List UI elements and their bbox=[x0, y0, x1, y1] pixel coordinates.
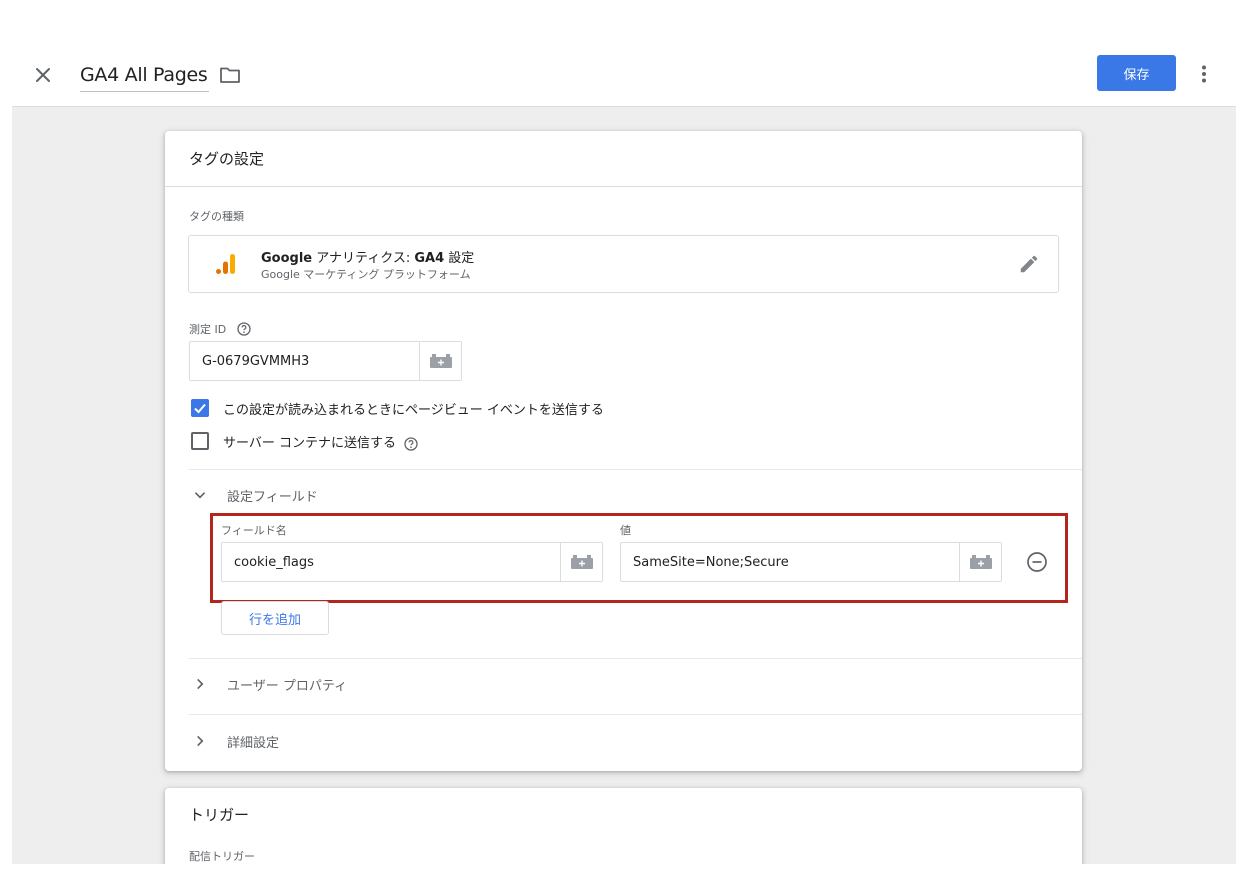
variable-brick-icon bbox=[430, 354, 452, 368]
field-value-input-group bbox=[620, 542, 1002, 582]
advanced-settings-toggle[interactable]: 詳細設定 bbox=[189, 730, 279, 752]
value-header: 値 bbox=[620, 522, 631, 538]
send-pageview-checkbox-row[interactable]: この設定が読み込まれるときにページビュー イベントを送信する bbox=[191, 397, 604, 419]
tag-type-selector[interactable]: Google アナリティクス: GA4 設定 Google マーケティング プラ… bbox=[188, 235, 1059, 293]
help-icon[interactable] bbox=[404, 436, 418, 450]
chevron-down-icon bbox=[189, 484, 211, 506]
chevron-right-icon bbox=[189, 730, 211, 752]
measurement-id-label: 測定 ID bbox=[189, 321, 226, 337]
send-pageview-label: この設定が読み込まれるときにページビュー イベントを送信する bbox=[223, 399, 604, 418]
tag-configuration-title: タグの設定 bbox=[189, 148, 264, 169]
advanced-settings-title: 詳細設定 bbox=[227, 732, 279, 751]
google-analytics-icon bbox=[215, 252, 239, 276]
section-divider bbox=[188, 469, 1082, 470]
variable-picker-button[interactable] bbox=[419, 342, 461, 380]
variable-brick-icon bbox=[571, 555, 593, 569]
measurement-id-input[interactable] bbox=[190, 342, 420, 380]
save-button[interactable]: 保存 bbox=[1097, 55, 1176, 91]
field-name-header: フィールド名 bbox=[221, 522, 287, 538]
more-vert-icon[interactable] bbox=[1192, 62, 1216, 86]
server-container-checkbox-row[interactable]: サーバー コンテナに送信する bbox=[191, 430, 418, 452]
editor-header: GA4 All Pages 保存 bbox=[0, 0, 1250, 106]
tag-type-subtitle: Google マーケティング プラットフォーム bbox=[261, 266, 471, 282]
add-row-button[interactable]: 行を追加 bbox=[221, 601, 329, 635]
fields-section-title: 設定フィールド bbox=[227, 486, 318, 505]
tag-configuration-card: タグの設定 タグの種類 Google アナリティクス: GA4 設定 Googl… bbox=[165, 131, 1082, 771]
close-icon[interactable] bbox=[28, 60, 58, 90]
folder-icon[interactable] bbox=[218, 63, 242, 87]
user-properties-title: ユーザー プロパティ bbox=[227, 675, 347, 694]
check-icon bbox=[191, 399, 209, 417]
title-divider bbox=[165, 186, 1082, 187]
measurement-id-input-group bbox=[189, 341, 462, 381]
edit-pencil-icon[interactable] bbox=[1018, 253, 1040, 275]
chevron-right-icon bbox=[189, 673, 211, 695]
triggering-card: トリガー 配信トリガー bbox=[165, 788, 1082, 864]
send-pageview-checkbox[interactable] bbox=[191, 399, 209, 417]
help-icon[interactable] bbox=[237, 321, 251, 335]
firing-triggers-label: 配信トリガー bbox=[189, 848, 255, 864]
section-divider bbox=[188, 714, 1082, 715]
tag-name-field[interactable]: GA4 All Pages bbox=[80, 60, 209, 92]
server-container-checkbox[interactable] bbox=[191, 432, 209, 450]
server-container-label: サーバー コンテナに送信する bbox=[223, 432, 396, 451]
fields-section-toggle[interactable]: 設定フィールド bbox=[189, 484, 318, 506]
editor-canvas: タグの設定 タグの種類 Google アナリティクス: GA4 設定 Googl… bbox=[12, 106, 1236, 864]
variable-picker-button[interactable] bbox=[959, 543, 1001, 581]
remove-row-icon[interactable] bbox=[1025, 550, 1049, 574]
field-name-input-group bbox=[221, 542, 603, 582]
triggering-title: トリガー bbox=[189, 804, 249, 825]
variable-picker-button[interactable] bbox=[560, 543, 602, 581]
field-value-input[interactable] bbox=[621, 543, 960, 581]
tag-type-name: Google アナリティクス: GA4 設定 bbox=[261, 247, 474, 266]
field-name-input[interactable] bbox=[222, 543, 561, 581]
variable-brick-icon bbox=[970, 555, 992, 569]
tag-type-label: タグの種類 bbox=[189, 208, 244, 224]
user-properties-toggle[interactable]: ユーザー プロパティ bbox=[189, 673, 347, 695]
section-divider bbox=[188, 658, 1082, 659]
